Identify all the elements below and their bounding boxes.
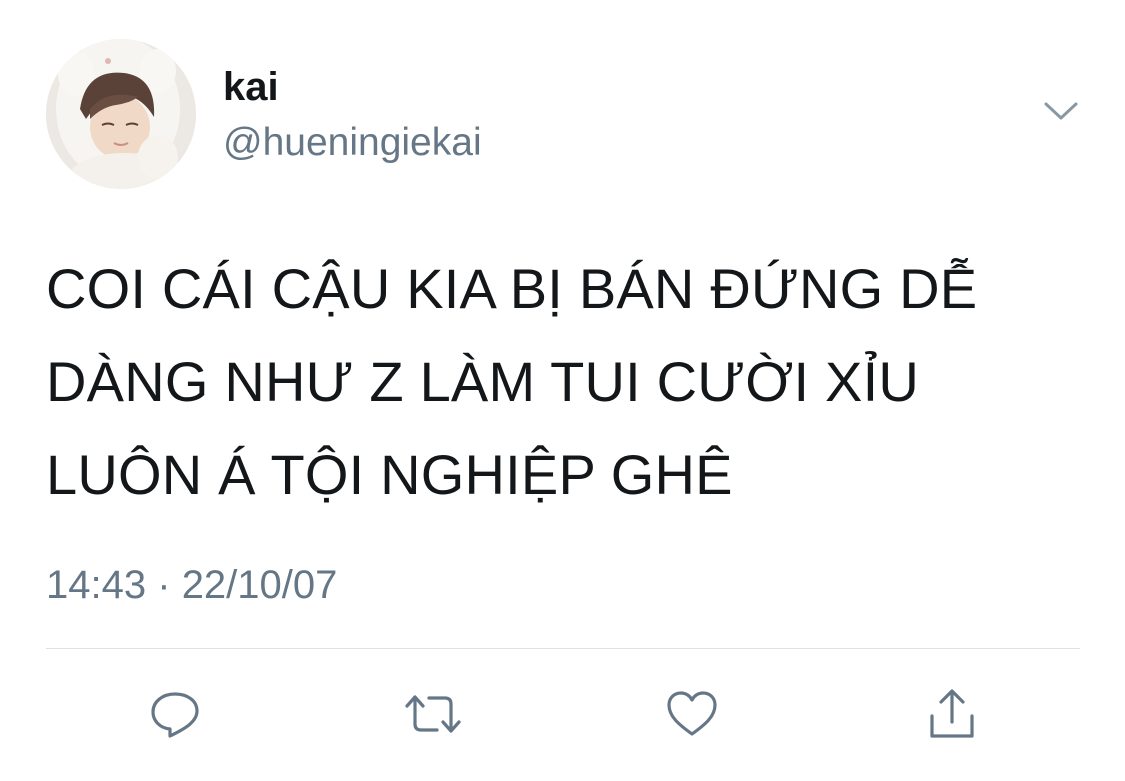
retweet-icon	[405, 695, 461, 733]
tweet-text-line: DÀNG NHƯ Z LÀM TUI CƯỜI XỈU	[46, 350, 919, 413]
action-bar	[0, 682, 1125, 746]
meta-separator: ·	[157, 563, 171, 607]
tweet-text-line: LUÔN Á TỘI NGHIỆP GHÊ	[46, 443, 733, 506]
tweet-timestamp[interactable]: 14:43 · 22/10/07	[46, 560, 337, 610]
chevron-down-icon[interactable]	[1038, 92, 1084, 132]
tweet-text-line: COI CÁI CẬU KIA BỊ BÁN ĐỨNG DỄ	[46, 257, 978, 320]
tweet-text: COI CÁI CẬU KIA BỊ BÁN ĐỨNG DỄ DÀNG NHƯ …	[46, 242, 1086, 521]
share-icon	[930, 689, 974, 738]
user-handle[interactable]: @hueningiekai	[223, 118, 482, 168]
reply-button[interactable]	[143, 682, 207, 746]
tweet-time: 14:43	[46, 563, 147, 607]
tweet-date: 22/10/07	[181, 563, 338, 607]
display-name[interactable]: kai	[223, 62, 279, 112]
retweet-button[interactable]	[401, 682, 465, 746]
avatar-image	[46, 39, 196, 189]
share-button[interactable]	[920, 682, 984, 746]
reply-icon	[151, 692, 199, 738]
divider	[46, 648, 1080, 649]
avatar[interactable]	[46, 39, 196, 189]
like-icon	[667, 691, 717, 736]
like-button[interactable]	[660, 682, 724, 746]
